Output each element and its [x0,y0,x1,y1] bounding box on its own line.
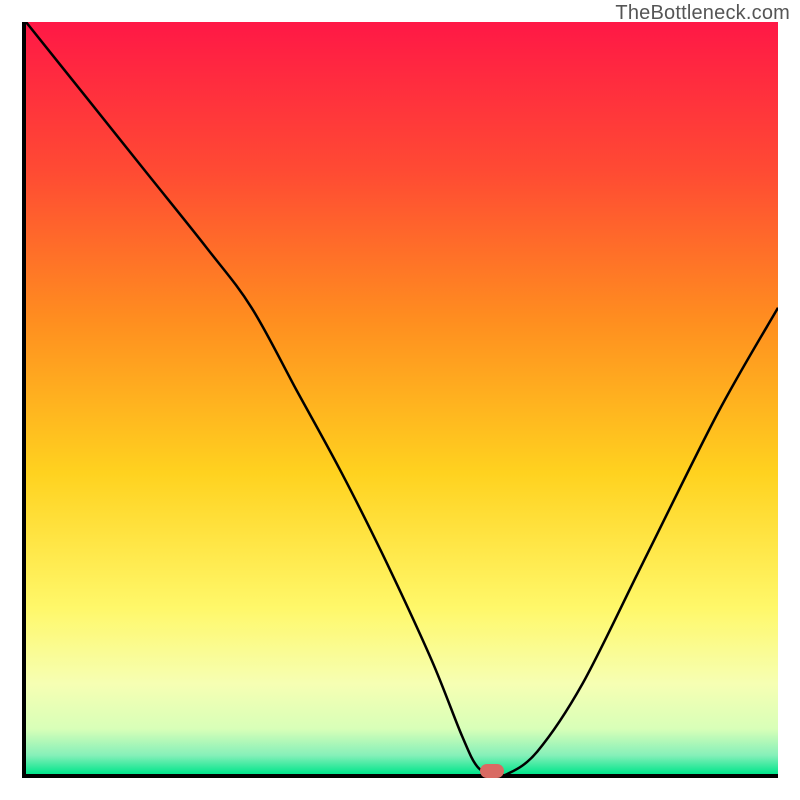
chart-gradient-bg [26,22,778,774]
chart-min-marker [480,764,504,778]
chart-plot-area [22,22,778,778]
